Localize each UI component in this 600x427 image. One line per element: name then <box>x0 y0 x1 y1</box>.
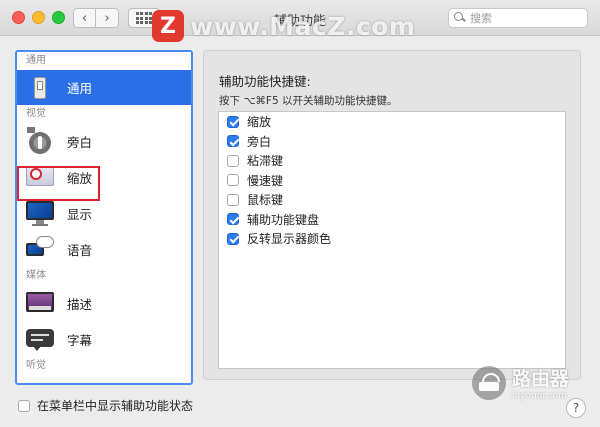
captions-icon <box>25 324 55 354</box>
close-window-button[interactable] <box>12 11 25 24</box>
chevron-right-icon: › <box>104 10 110 26</box>
sidebar-item-label: 旁白 <box>67 134 93 150</box>
sidebar-item-speech[interactable]: 语音 <box>17 231 191 267</box>
window-title: 辅助功能 <box>273 14 326 29</box>
shortcut-options-list[interactable]: 缩放 旁白 粘滞键 慢速键 鼠标键 辅助功能键盘 反转显示器颜色 <box>218 111 566 369</box>
option-label: 缩放 <box>247 115 272 130</box>
general-icon <box>25 73 55 103</box>
sidebar-item-captions[interactable]: 字幕 <box>17 321 191 357</box>
sidebar-item-label: 描述 <box>67 296 93 312</box>
sidebar[interactable]: 通用 通用 视觉 旁白 缩放 显示 语音 媒体 描述 字幕 听觉 <box>15 50 193 385</box>
grid-icon <box>135 12 153 24</box>
menubar-status-checkbox[interactable] <box>18 399 30 412</box>
list-item[interactable]: 辅助功能键盘 <box>219 210 565 230</box>
list-item[interactable]: 鼠标键 <box>219 190 565 210</box>
option-label: 慢速键 <box>247 173 284 188</box>
display-icon <box>25 198 55 228</box>
checkbox[interactable] <box>227 135 239 148</box>
list-item[interactable]: 慢速键 <box>219 171 565 191</box>
back-button[interactable]: ‹ <box>73 8 96 28</box>
search-field[interactable] <box>448 8 588 28</box>
minimize-window-button[interactable] <box>32 11 45 24</box>
checkbox[interactable] <box>227 174 239 187</box>
checkbox[interactable] <box>227 115 239 128</box>
sidebar-item-label: 缩放 <box>67 170 93 186</box>
sidebar-item-label: 显示 <box>67 206 93 222</box>
show-all-button[interactable] <box>128 8 160 28</box>
option-label: 旁白 <box>247 134 272 149</box>
list-item[interactable]: 缩放 <box>219 112 565 132</box>
section-header-media: 媒体 <box>26 270 46 281</box>
shortcut-description: 按下 ⌥⌘F5 以开关辅助功能快捷键。 <box>219 95 398 107</box>
section-header-hearing: 听觉 <box>26 360 46 371</box>
help-button[interactable]: ? <box>566 398 586 418</box>
list-item[interactable]: 粘滞键 <box>219 151 565 171</box>
option-label: 反转显示器颜色 <box>247 232 332 247</box>
option-label: 粘滞键 <box>247 154 284 169</box>
voiceover-icon <box>25 126 55 156</box>
checkbox[interactable] <box>227 213 239 226</box>
zoom-window-button[interactable] <box>52 11 65 24</box>
sidebar-item-descriptions[interactable]: 描述 <box>17 285 191 321</box>
list-item[interactable]: 旁白 <box>219 132 565 152</box>
sidebar-item-voiceover[interactable]: 旁白 <box>17 123 191 159</box>
list-item[interactable]: 反转显示器颜色 <box>219 229 565 249</box>
zoom-icon <box>25 162 55 192</box>
checkbox[interactable] <box>227 154 239 167</box>
descriptions-icon <box>25 288 55 318</box>
search-icon <box>454 12 466 24</box>
sidebar-item-label: 通用 <box>67 81 93 96</box>
router-watermark-domain: luyouqi.com <box>512 391 568 401</box>
section-header-vision: 视觉 <box>26 108 46 119</box>
menubar-status-label: 在菜单栏中显示辅助功能状态 <box>37 399 194 413</box>
sidebar-item-zoom[interactable]: 缩放 <box>17 159 191 195</box>
sidebar-item-label: 字幕 <box>67 332 93 348</box>
main-panel: 辅助功能快捷键: 按下 ⌥⌘F5 以开关辅助功能快捷键。 缩放 旁白 粘滞键 慢… <box>203 50 581 380</box>
section-header-general: 通用 <box>26 55 46 66</box>
option-label: 辅助功能键盘 <box>247 212 320 227</box>
checkbox[interactable] <box>227 193 239 206</box>
menubar-status-option[interactable]: 在菜单栏中显示辅助功能状态 <box>18 397 193 414</box>
speech-icon <box>25 234 55 264</box>
sidebar-item-general[interactable]: 通用 <box>17 70 191 105</box>
title-bar: ‹ › 辅助功能 <box>0 0 600 36</box>
option-label: 鼠标键 <box>247 193 284 208</box>
search-input[interactable] <box>470 11 580 25</box>
checkbox[interactable] <box>227 232 239 245</box>
sidebar-item-display[interactable]: 显示 <box>17 195 191 231</box>
shortcut-title: 辅助功能快捷键: <box>219 74 311 89</box>
chevron-left-icon: ‹ <box>81 10 88 26</box>
forward-button[interactable]: › <box>96 8 119 28</box>
sidebar-item-label: 语音 <box>67 242 93 258</box>
